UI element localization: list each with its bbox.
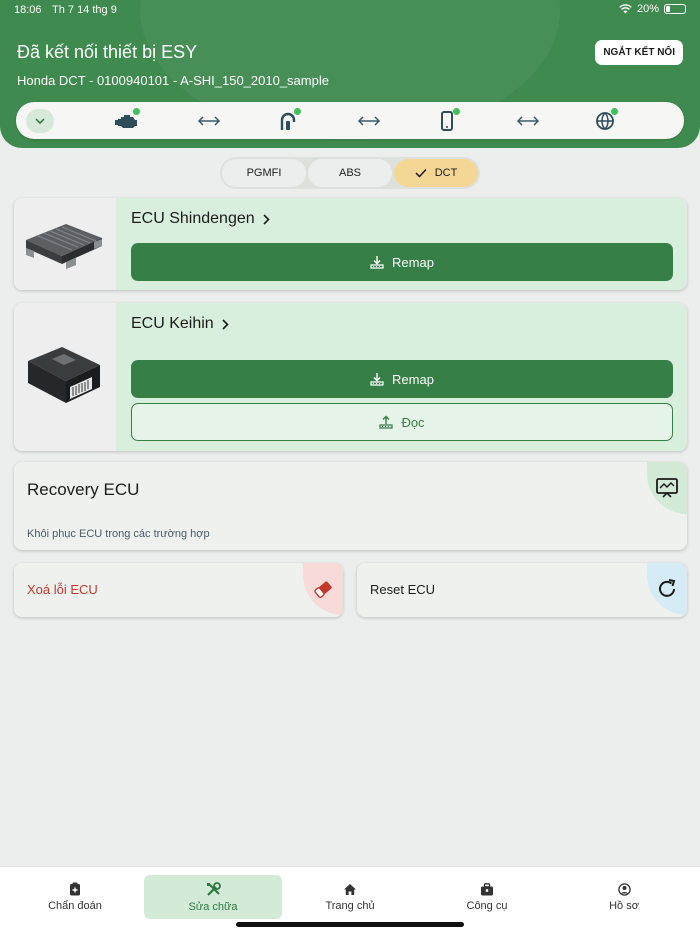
nav-profile[interactable]: Hồ sơ xyxy=(555,875,693,919)
vehicle-subtitle: Honda DCT - 0100940101 - A-SHI_150_2010_… xyxy=(17,73,329,88)
expand-button[interactable] xyxy=(26,109,54,133)
app-header: 18:06 Th 7 14 thg 9 20% Đã kết nối thiết… xyxy=(0,0,700,148)
nav-label: Chẩn đoán xyxy=(48,900,102,912)
ecu-image-pane xyxy=(14,198,116,290)
tab-label: DCT xyxy=(434,167,458,179)
nav-label: Công cụ xyxy=(466,899,508,912)
reset-ecu-card[interactable]: Reset ECU xyxy=(357,563,687,617)
cloud-node xyxy=(592,108,618,133)
disconnect-button[interactable]: NGẮT KẾT NỐI xyxy=(595,40,683,65)
tab-label: PGMFI xyxy=(246,167,282,179)
nav-label: Sửa chữa xyxy=(188,900,238,913)
monitor-chart-icon xyxy=(656,478,678,498)
upload-icon xyxy=(379,415,394,429)
ecu-name: ECU Shindengen xyxy=(131,210,255,227)
status-time: 18:06 xyxy=(14,4,42,16)
status-dot xyxy=(453,108,460,115)
remap-button[interactable]: Remap xyxy=(131,243,673,281)
nav-repair[interactable]: Sửa chữa xyxy=(144,875,282,919)
nav-home[interactable]: Trang chủ xyxy=(281,875,419,919)
nav-tools[interactable]: Công cụ xyxy=(418,875,556,919)
user-circle-icon xyxy=(617,882,631,896)
card-title: Xoá lỗi ECU xyxy=(27,582,98,597)
read-button[interactable]: Đọc xyxy=(131,403,673,441)
nav-label: Hồ sơ xyxy=(609,899,639,912)
status-bar: 18:06 Th 7 14 thg 9 20% xyxy=(0,0,700,20)
status-dot xyxy=(294,108,301,115)
nav-label: Trang chủ xyxy=(325,899,375,912)
link-arrow-3 xyxy=(515,109,541,133)
home-icon xyxy=(344,883,356,895)
arrow-left-right-icon xyxy=(516,116,540,126)
check-icon xyxy=(415,168,427,178)
button-label: Remap xyxy=(392,371,434,387)
link-arrow-2 xyxy=(356,109,382,133)
tab-dct[interactable]: DCT xyxy=(394,159,478,187)
ecu-card-keihin: ECU Keihin Remap Đọc xyxy=(14,303,687,451)
button-label: Đọc xyxy=(401,414,425,430)
battery-icon xyxy=(664,4,686,14)
ecu-card-shindengen: ECU Shindengen Remap xyxy=(14,198,687,290)
status-dot xyxy=(611,108,618,115)
tab-abs[interactable]: ABS xyxy=(308,159,392,187)
phone-icon xyxy=(441,111,453,131)
toolbox-icon xyxy=(481,882,493,895)
eraser-icon xyxy=(314,581,332,599)
ecu-module-image xyxy=(26,224,102,269)
status-dot xyxy=(133,108,140,115)
arrow-left-right-icon xyxy=(357,116,381,126)
arrow-left-right-icon xyxy=(197,116,221,126)
chevron-down-icon xyxy=(35,118,45,124)
tab-label: ABS xyxy=(338,167,361,179)
ecu-name-link[interactable]: ECU Keihin xyxy=(131,315,229,333)
recovery-ecu-card[interactable]: Recovery ECU Khôi phục ECU trong các trư… xyxy=(14,462,687,550)
download-icon xyxy=(370,373,384,386)
tools-icon xyxy=(206,881,221,896)
status-right: 20% xyxy=(619,3,686,15)
phone-node xyxy=(434,108,460,133)
corner-badge xyxy=(647,462,687,514)
chevron-right-icon xyxy=(263,213,270,225)
ecu-name-link[interactable]: ECU Shindengen xyxy=(131,210,270,228)
page-title: Đã kết nối thiết bị ESY xyxy=(17,42,198,62)
ecu-name: ECU Keihin xyxy=(131,315,214,332)
refresh-icon xyxy=(659,579,676,597)
corner-badge xyxy=(647,563,687,615)
card-description: Khôi phục ECU trong các trường hợp xyxy=(27,528,210,540)
tab-pgmfi[interactable]: PGMFI xyxy=(222,159,306,187)
connection-bar xyxy=(16,102,684,139)
nav-diagnose[interactable]: Chẩn đoán xyxy=(6,875,144,919)
vehicle-node xyxy=(114,108,140,133)
ecu-module-image xyxy=(28,347,100,403)
chevron-right-icon xyxy=(222,318,229,330)
clipboard-icon xyxy=(70,882,80,896)
wifi-icon xyxy=(619,4,632,14)
download-icon xyxy=(370,256,384,269)
link-arrow-1 xyxy=(196,109,222,133)
home-indicator xyxy=(236,922,464,927)
corner-badge xyxy=(303,563,343,615)
clear-errors-card[interactable]: Xoá lỗi ECU xyxy=(14,563,343,617)
ecu-image-pane xyxy=(14,303,116,451)
button-label: Remap xyxy=(392,254,434,270)
card-title: Recovery ECU xyxy=(27,480,140,499)
obd-node xyxy=(275,108,301,133)
status-date: Th 7 14 thg 9 xyxy=(52,4,117,16)
remap-button[interactable]: Remap xyxy=(131,360,673,398)
battery-percent: 20% xyxy=(636,3,659,15)
card-title: Reset ECU xyxy=(370,582,436,597)
module-segment-control: PGMFI ABS DCT xyxy=(220,157,480,189)
